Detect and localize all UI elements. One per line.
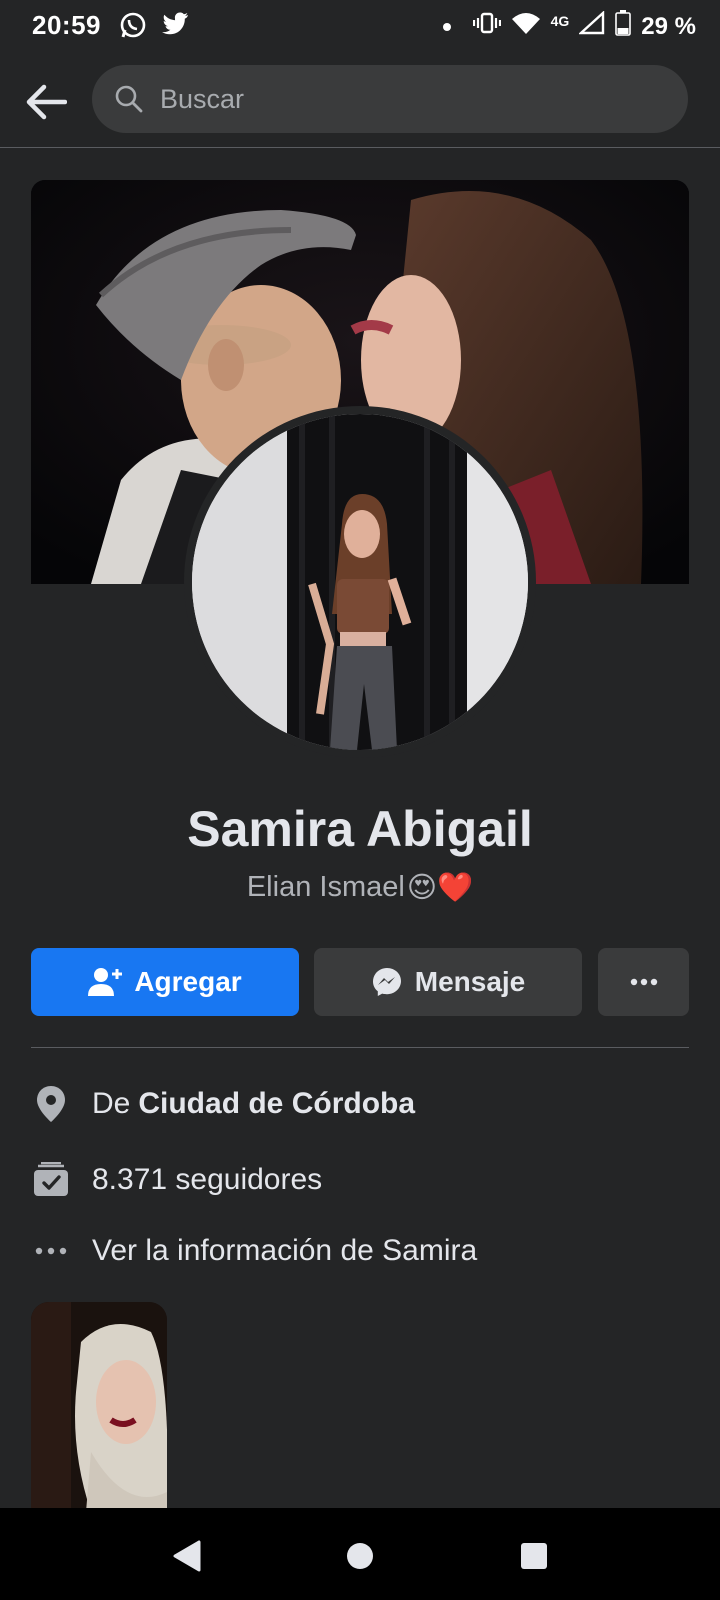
more-options-button[interactable] — [598, 948, 689, 1016]
add-friend-button[interactable]: Agregar — [31, 948, 299, 1016]
nav-recents-icon — [521, 1543, 547, 1569]
add-friend-label: Agregar — [134, 966, 242, 997]
avatar-image — [192, 414, 528, 750]
nav-home-button[interactable] — [340, 1536, 380, 1576]
profile-actions: Agregar Mensaje — [31, 948, 689, 1016]
bio-emojis: 😍❤️ — [406, 872, 474, 904]
top-bar: Buscar — [0, 60, 720, 148]
avatar-photo — [192, 414, 528, 750]
more-info-link[interactable]: Ver la información de Samira — [92, 1234, 477, 1268]
featured-photo-thumbnail[interactable] — [31, 1302, 167, 1512]
followers-count: 8.371 seguidores — [92, 1163, 323, 1196]
network-type: 4G — [550, 12, 570, 29]
add-friend-icon — [88, 968, 123, 996]
status-app-icons — [118, 10, 190, 45]
battery-icon — [615, 10, 632, 43]
signal-icon — [578, 10, 605, 42]
back-arrow-icon — [26, 84, 67, 120]
profile-avatar[interactable] — [184, 406, 536, 758]
message-label: Mensaje — [414, 966, 526, 997]
message-button[interactable]: Mensaje — [314, 948, 582, 1016]
featured-photo-image — [31, 1302, 167, 1512]
wifi-icon — [511, 11, 541, 42]
bio-text: Elian Ismael — [246, 871, 405, 903]
info-more[interactable]: Ver la información de Samira — [31, 1228, 689, 1274]
back-button[interactable] — [24, 80, 68, 124]
info-location: De Ciudad de Córdoba — [31, 1081, 689, 1127]
nav-recents-button[interactable] — [514, 1536, 554, 1576]
location-value: Ciudad de Córdoba — [138, 1087, 416, 1120]
vibrate-icon — [472, 11, 501, 42]
whatsapp-icon — [118, 10, 148, 45]
status-bar: 20:59 4G 29 % — [0, 0, 720, 52]
search-icon — [115, 85, 143, 113]
status-indicators: 4G 29 % — [442, 10, 696, 43]
twitter-icon — [160, 10, 190, 45]
location-prefix: De — [92, 1087, 131, 1120]
more-dots-icon — [31, 1231, 71, 1271]
notification-dot — [442, 22, 451, 31]
search-placeholder: Buscar — [160, 83, 245, 114]
more-dots-icon — [630, 978, 657, 986]
nav-back-icon — [173, 1540, 201, 1572]
section-divider — [31, 1047, 689, 1048]
profile-bio: Elian Ismael 😍❤️ — [0, 870, 720, 905]
system-nav-bar — [0, 1508, 720, 1600]
profile-name: Samira Abigail — [187, 801, 533, 857]
battery-percent: 29 % — [641, 12, 696, 40]
nav-home-icon — [347, 1543, 373, 1569]
followers-icon — [31, 1160, 71, 1200]
info-followers: 8.371 seguidores — [31, 1157, 689, 1203]
nav-back-button[interactable] — [166, 1536, 206, 1576]
location-pin-icon — [31, 1084, 71, 1124]
status-time: 20:59 — [32, 10, 101, 40]
search-input[interactable]: Buscar — [92, 65, 688, 133]
messenger-icon — [372, 968, 401, 996]
